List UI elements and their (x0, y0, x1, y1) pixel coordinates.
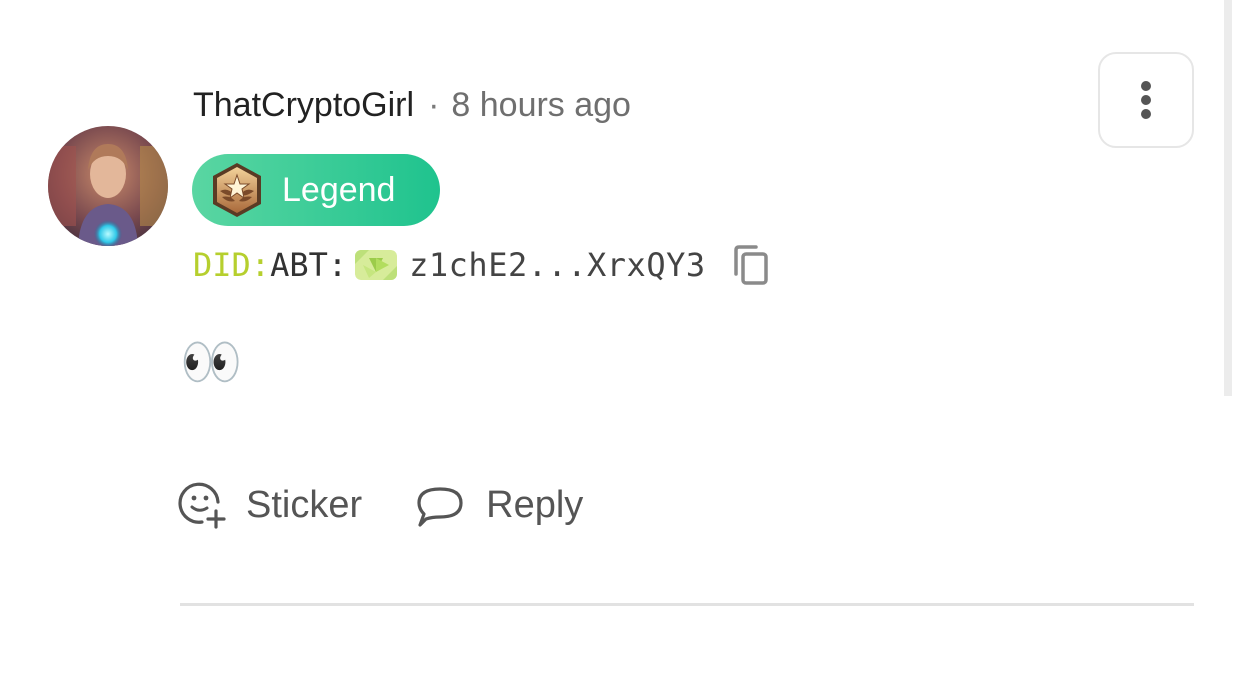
speech-bubble-icon (417, 487, 463, 527)
did-avatar-icon (355, 250, 398, 280)
comment-timestamp: 8 hours ago (451, 85, 631, 124)
divider (180, 603, 1194, 606)
reply-button[interactable]: Reply (416, 483, 583, 527)
scrollbar[interactable] (1224, 0, 1232, 396)
copy-icon[interactable] (732, 244, 770, 286)
did-chain: ABT: (270, 246, 348, 284)
legend-badge: Legend (192, 154, 440, 226)
more-vertical-icon (1141, 81, 1151, 119)
more-options-button[interactable] (1098, 52, 1194, 148)
comment-body: 👀 (180, 334, 243, 390)
sticker-button[interactable]: Sticker (178, 480, 362, 530)
did-line: DID: ABT: z1chE2...XrxQY3 (193, 242, 770, 288)
did-address: z1chE2...XrxQY3 (409, 246, 706, 284)
avatar[interactable] (48, 126, 168, 246)
comment-actions: Sticker Reply (178, 476, 583, 534)
avatar-image (48, 126, 168, 246)
did-prefix: DID: (193, 246, 271, 284)
medal-icon (213, 163, 261, 217)
author-name[interactable]: ThatCryptoGirl (193, 86, 414, 125)
sticker-label: Sticker (246, 483, 363, 526)
badge-label: Legend (282, 170, 396, 209)
comment-header: ThatCryptoGirl · 8 hours ago (193, 82, 631, 128)
sticker-add-icon (178, 482, 226, 529)
header-separator: · (428, 85, 440, 124)
reply-label: Reply (486, 483, 584, 526)
